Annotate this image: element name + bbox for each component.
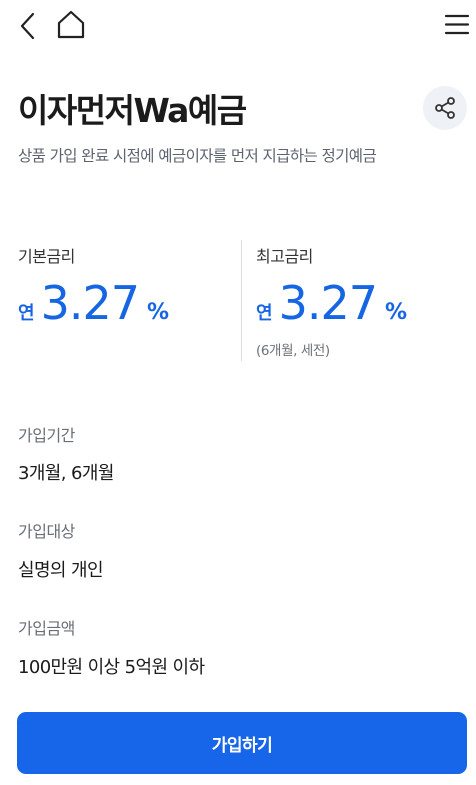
base-rate-number: 3.27 [40, 276, 140, 330]
term-value: 3개월, 6개월 [18, 463, 114, 484]
max-rate-label: 최고금리 [256, 247, 313, 266]
amount-value: 100만원 이상 5억원 이하 [18, 657, 205, 678]
max-rate-unit: % [384, 300, 408, 325]
base-rate-unit: % [146, 300, 170, 325]
max-rate-value: 연 3.27% [256, 276, 408, 330]
max-rate-condition: (6개월, 세전) [256, 343, 330, 359]
top-bar [0, 0, 476, 56]
max-rate-number: 3.27 [278, 276, 378, 330]
share-button[interactable] [423, 86, 467, 130]
rate-divider [241, 240, 242, 361]
share-icon [435, 97, 455, 119]
page-title: 이자먼저Wa예금 [18, 91, 247, 130]
product-description: 상품 가입 완료 시점에 예금이자를 먼저 지급하는 정기예금 [18, 147, 377, 165]
home-icon[interactable] [55, 8, 87, 40]
eligibility-label: 가입대상 [18, 522, 75, 541]
amount-label: 가입금액 [18, 619, 75, 638]
term-label: 가입기간 [18, 426, 75, 445]
hamburger-menu-icon[interactable] [444, 12, 470, 36]
chevron-left-icon[interactable] [14, 8, 42, 44]
base-rate-prefix: 연 [18, 303, 35, 324]
max-rate-prefix: 연 [256, 303, 273, 324]
base-rate-value: 연 3.27% [18, 276, 170, 330]
eligibility-value: 실명의 개인 [18, 560, 104, 581]
base-rate-label: 기본금리 [18, 247, 75, 266]
join-button[interactable]: 가입하기 [17, 712, 467, 774]
